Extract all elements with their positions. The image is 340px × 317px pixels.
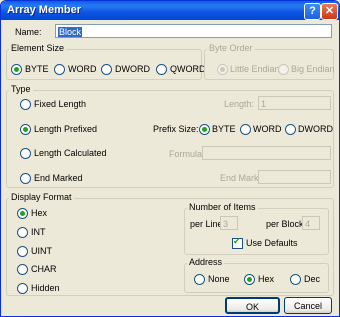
end-mark-label: End Mark:: [220, 173, 262, 183]
radio-big-endian[interactable]: [278, 64, 289, 75]
radio-prefix-byte-label: BYTE: [212, 124, 236, 134]
address-title: Address: [187, 257, 225, 267]
radio-length-calculated[interactable]: [20, 148, 31, 159]
element-size-title: Element Size: [9, 43, 67, 53]
radio-address-hex-label: Hex: [258, 274, 275, 284]
end-mark-input[interactable]: [258, 170, 331, 184]
radio-dword-label: DWORD: [115, 64, 150, 74]
per-block-input[interactable]: 4: [302, 216, 320, 230]
radio-prefix-dword-label: DWORD: [298, 124, 333, 134]
per-line-input[interactable]: 3: [220, 216, 238, 230]
cancel-button[interactable]: Cancel: [284, 297, 332, 314]
radio-big-endian-label: Big Endian: [291, 64, 335, 74]
radio-hex-label: Hex: [31, 208, 48, 218]
radio-prefix-word-label: WORD: [253, 124, 282, 134]
radio-length-calculated-label: Length Calculated: [34, 148, 107, 158]
radio-int[interactable]: [17, 227, 28, 238]
dialog-window: Array Member ? ✕ Name: Block Element Siz…: [0, 0, 340, 317]
formula-label: Formula:: [169, 149, 205, 159]
radio-qword[interactable]: [156, 64, 167, 75]
name-label: Name:: [15, 27, 42, 37]
type-title: Type: [9, 84, 33, 94]
use-defaults-label: Use Defaults: [246, 238, 298, 248]
radio-address-none[interactable]: [194, 274, 205, 285]
use-defaults-checkbox[interactable]: [232, 237, 243, 249]
radio-length-prefixed[interactable]: [20, 124, 31, 135]
name-input[interactable]: Block: [55, 24, 332, 38]
close-button[interactable]: ✕: [321, 3, 338, 20]
radio-hex[interactable]: [17, 208, 28, 219]
radio-word-label: WORD: [68, 64, 97, 74]
name-value: Block: [58, 27, 83, 37]
radio-address-dec-label: Dec: [304, 274, 321, 284]
display-format-title: Display Format: [9, 192, 74, 202]
length-input[interactable]: 1: [258, 96, 331, 110]
radio-uint[interactable]: [17, 246, 28, 257]
radio-hidden[interactable]: [17, 283, 28, 294]
radio-end-marked[interactable]: [20, 173, 31, 184]
help-button[interactable]: ?: [304, 3, 321, 20]
radio-qword-label: QWORD: [170, 64, 206, 74]
prefix-size-label: Prefix Size:: [153, 124, 199, 134]
radio-byte-label: BYTE: [25, 64, 49, 74]
radio-prefix-word[interactable]: [240, 124, 251, 135]
radio-byte[interactable]: [11, 64, 22, 75]
radio-fixed-length-label: Fixed Length: [34, 99, 87, 109]
byte-order-title: Byte Order: [207, 43, 255, 53]
radio-dword[interactable]: [101, 64, 112, 75]
length-label: Length:: [224, 99, 255, 109]
radio-word[interactable]: [54, 64, 65, 75]
radio-little-endian-label: Little Endian: [230, 64, 280, 74]
window-title: Array Member: [7, 4, 81, 16]
radio-hidden-label: Hidden: [31, 283, 60, 293]
title-bar: Array Member ? ✕: [1, 1, 339, 20]
radio-char[interactable]: [17, 264, 28, 275]
radio-uint-label: UINT: [31, 246, 52, 256]
radio-address-dec[interactable]: [290, 274, 301, 285]
number-of-items-title: Number of Items: [187, 202, 258, 212]
per-block-label: per Block:: [266, 219, 307, 229]
radio-length-prefixed-label: Length Prefixed: [34, 124, 98, 134]
radio-fixed-length[interactable]: [20, 99, 31, 110]
radio-address-none-label: None: [208, 274, 230, 284]
radio-prefix-dword[interactable]: [285, 124, 296, 135]
ok-button[interactable]: OK: [225, 297, 280, 314]
formula-input[interactable]: [202, 146, 331, 160]
radio-little-endian[interactable]: [217, 64, 228, 75]
radio-prefix-byte[interactable]: [199, 124, 210, 135]
radio-end-marked-label: End Marked: [34, 173, 83, 183]
radio-char-label: CHAR: [31, 264, 57, 274]
radio-int-label: INT: [31, 227, 46, 237]
radio-address-hex[interactable]: [244, 274, 255, 285]
